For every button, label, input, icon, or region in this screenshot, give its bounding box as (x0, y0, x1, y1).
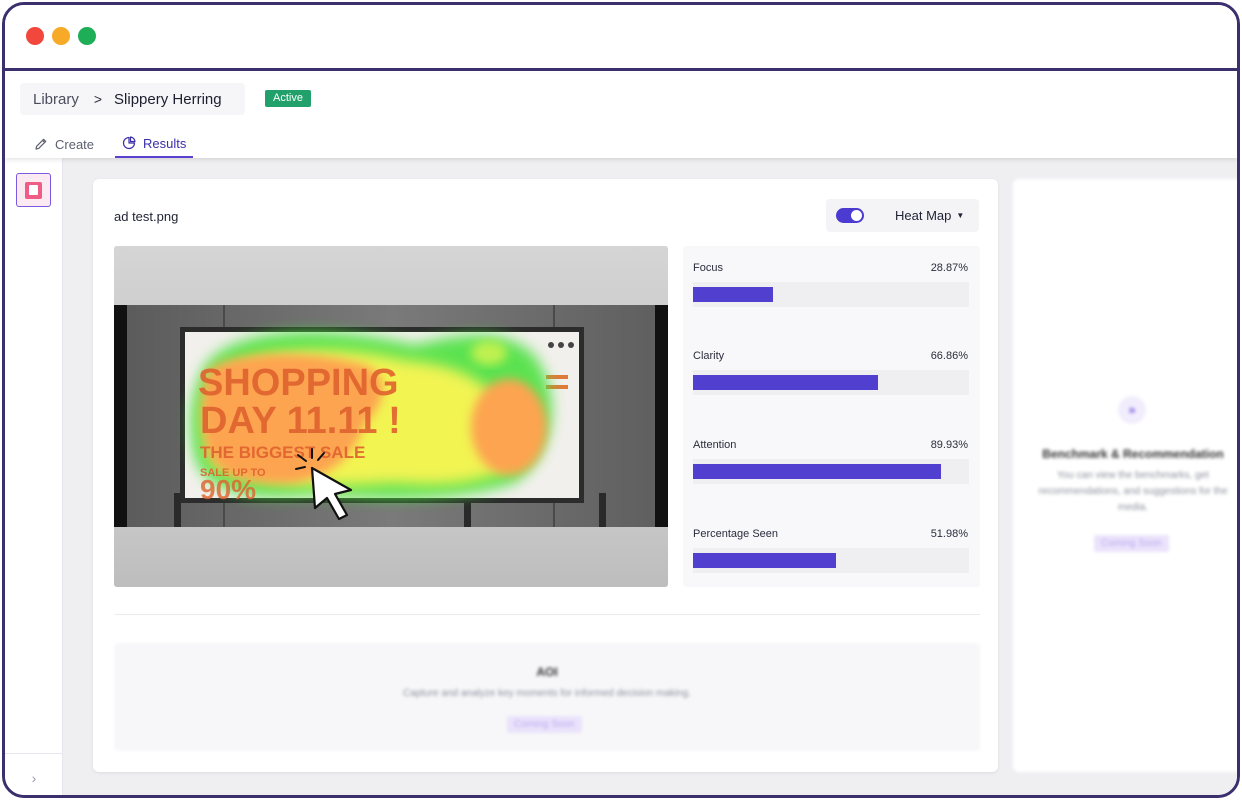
view-mode-dropdown[interactable]: Heat Map ▼ (895, 208, 964, 223)
benchmark-title: Benchmark & Recommendation (1042, 447, 1224, 461)
metric-bar-track (693, 370, 969, 395)
breadcrumb: Library > Slippery Herring (20, 83, 245, 115)
aoi-panel: AOI Capture and analyze key moments for … (114, 643, 980, 751)
pencil-icon (35, 138, 47, 150)
heatmap-overlay: SHOPPING DAY 11.11 ! THE BIGGEST SALE SA… (114, 305, 668, 527)
metric-bar-fill (693, 375, 878, 390)
double-chevron-icon: » (1118, 396, 1146, 424)
metric-bar-track (693, 282, 969, 307)
aoi-description: Capture and analyze key moments for info… (403, 688, 691, 699)
coming-soon-badge: Coming Soon (507, 716, 582, 733)
metric-bar-track (693, 459, 969, 484)
page-header: Library > Slippery Herring Active Create… (5, 74, 1237, 158)
benchmark-panel: » Benchmark & Recommendation You can vie… (1013, 179, 1237, 772)
svg-text:SHOPPING: SHOPPING (198, 362, 399, 404)
ad-image-with-heatmap: SHOPPING DAY 11.11 ! THE BIGGEST SALE SA… (114, 305, 668, 527)
breadcrumb-current-project: Slippery Herring (114, 90, 222, 108)
metric-label: Percentage Seen (693, 528, 779, 540)
metric-value: 89.93% (930, 439, 968, 451)
status-badge: Active (265, 90, 311, 107)
metric-bar-fill (693, 553, 837, 568)
media-sidebar: › (5, 158, 63, 795)
image-file-icon (25, 181, 42, 199)
svg-text:THE BIGGEST SALE: THE BIGGEST SALE (200, 443, 365, 462)
heatmap-preview: SHOPPING DAY 11.11 ! THE BIGGEST SALE SA… (114, 246, 668, 587)
caret-down-icon: ▼ (956, 211, 965, 220)
view-mode-value: Heat Map (895, 208, 952, 223)
coming-soon-badge: Coming Soon (1094, 535, 1169, 552)
minimize-window-button[interactable] (52, 27, 70, 45)
maximize-window-button[interactable] (78, 27, 96, 45)
tab-bar: Create Results (27, 130, 207, 158)
file-name: ad test.png (114, 209, 179, 224)
window-titlebar (5, 5, 1237, 71)
metric-bar-fill (693, 287, 773, 302)
tab-results-label: Results (143, 135, 187, 151)
metrics-panel: Focus 28.87% Clarity 66.86% Attention 89… (683, 246, 980, 587)
tab-create-label: Create (55, 136, 95, 152)
expand-sidebar-button[interactable]: › (5, 753, 63, 795)
tab-create[interactable]: Create (27, 130, 101, 158)
metric-label: Clarity (693, 350, 725, 362)
svg-text:DAY 11.11 !: DAY 11.11 ! (200, 400, 401, 442)
metric-value: 51.98% (930, 528, 968, 540)
media-thumbnail[interactable] (16, 173, 51, 207)
close-window-button[interactable] (26, 27, 44, 45)
aoi-title: AOI (536, 665, 558, 679)
pie-chart-icon (122, 136, 136, 150)
chevron-right-icon: › (31, 769, 37, 786)
tab-results[interactable]: Results (115, 130, 194, 158)
metric-label: Focus (693, 262, 723, 274)
chevron-right-icon: > (93, 91, 103, 107)
metric-label: Attention (693, 439, 737, 451)
metric-value: 28.87% (930, 262, 968, 274)
metric-bar-track (693, 548, 969, 573)
benchmark-description: You can view the benchmarks, get recomme… (1038, 470, 1228, 513)
main-content: ad test.png Heat Map ▼ SHOPPING DAY 11.1… (63, 158, 1237, 795)
metric-value: 66.86% (930, 350, 968, 362)
metric-bar-fill (693, 464, 942, 479)
breadcrumb-library-link[interactable]: Library (33, 91, 79, 108)
view-controls: Heat Map ▼ (826, 199, 979, 232)
section-divider (114, 614, 980, 615)
results-card: ad test.png Heat Map ▼ SHOPPING DAY 11.1… (93, 179, 998, 772)
app-window: Library > Slippery Herring Active Create… (2, 2, 1240, 798)
svg-text:90%: 90% (200, 474, 256, 505)
heatmap-toggle[interactable] (836, 208, 864, 223)
